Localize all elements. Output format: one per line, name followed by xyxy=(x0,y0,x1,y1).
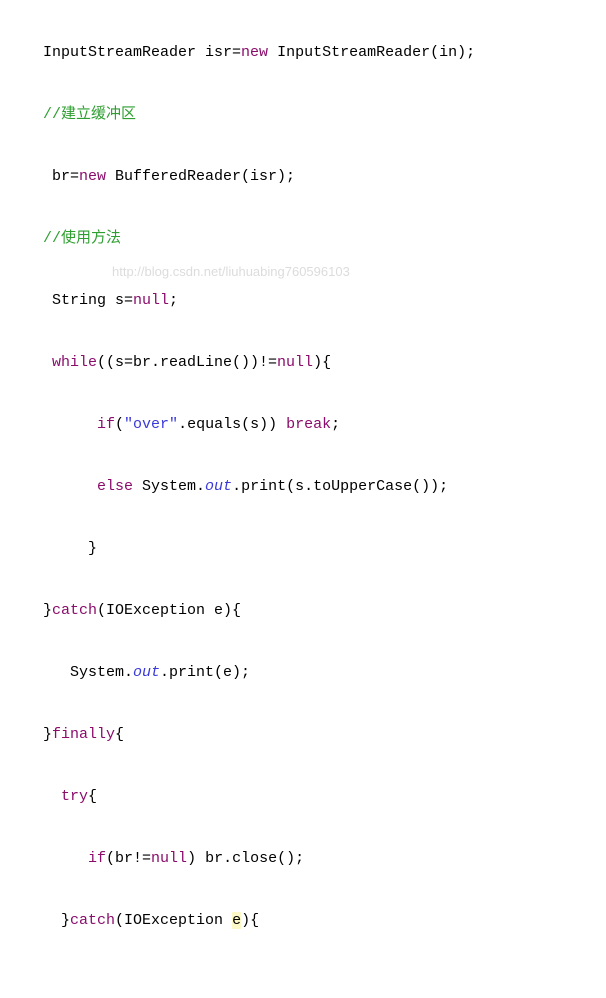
code-text: .print(s.toUpperCase()); xyxy=(232,478,448,495)
keyword-catch: catch xyxy=(52,602,97,619)
code-text: ){ xyxy=(241,912,259,929)
keyword-null: null xyxy=(133,292,169,309)
highlighted-variable: e xyxy=(232,912,241,929)
code-line: else System.out.print(s.toUpperCase()); xyxy=(34,471,606,502)
keyword-new: new xyxy=(79,168,106,185)
keyword-null: null xyxy=(151,850,187,867)
keyword-catch: catch xyxy=(70,912,115,929)
code-line: if("over".equals(s)) break; xyxy=(34,409,606,440)
keyword-try: try xyxy=(61,788,88,805)
keyword-if: if xyxy=(88,850,106,867)
code-text: (IOException e){ xyxy=(97,602,241,619)
comment-text: //使用方法 xyxy=(34,230,121,247)
watermark-text: http://blog.csdn.net/liuhuabing760596103 xyxy=(112,256,350,287)
code-line: //使用方法 xyxy=(34,223,606,254)
string-literal: "over" xyxy=(124,416,178,433)
code-text: .print(e); xyxy=(160,664,250,681)
keyword-break: break xyxy=(286,416,331,433)
code-text: { xyxy=(115,726,124,743)
code-text: { xyxy=(88,788,97,805)
code-text: .equals(s)) xyxy=(178,416,286,433)
code-text: } xyxy=(34,602,52,619)
keyword-else: else xyxy=(97,478,133,495)
keyword-while: while xyxy=(34,354,97,371)
code-line: }catch(IOException e){ xyxy=(34,905,606,936)
keyword-finally: finally xyxy=(52,726,115,743)
code-text: InputStreamReader isr= xyxy=(34,44,241,61)
keyword-null: null xyxy=(277,354,313,371)
code-line: String s=null; xyxy=(34,285,606,316)
code-text: } xyxy=(34,912,70,929)
code-text: String s= xyxy=(34,292,133,309)
field-out: out xyxy=(133,664,160,681)
code-line: //建立缓冲区 xyxy=(34,99,606,130)
code-line: InputStreamReader isr=new InputStreamRea… xyxy=(34,37,606,68)
code-text: br= xyxy=(34,168,79,185)
code-text xyxy=(34,478,97,495)
code-text: System. xyxy=(133,478,205,495)
code-text: ; xyxy=(169,292,178,309)
code-line: System.out.print(e); xyxy=(34,657,606,688)
code-text: (br!= xyxy=(106,850,151,867)
keyword-new: new xyxy=(241,44,268,61)
code-line: }catch(IOException e){ xyxy=(34,595,606,626)
code-line: while((s=br.readLine())!=null){ xyxy=(34,347,606,378)
code-text xyxy=(34,788,61,805)
code-text: } xyxy=(34,540,97,557)
field-out: out xyxy=(205,478,232,495)
code-line: br=new BufferedReader(isr); xyxy=(34,161,606,192)
comment-text: //建立缓冲区 xyxy=(34,106,136,123)
code-block: InputStreamReader isr=new InputStreamRea… xyxy=(0,0,606,998)
keyword-if: if xyxy=(97,416,115,433)
code-text xyxy=(34,416,97,433)
code-text: InputStreamReader(in); xyxy=(268,44,475,61)
code-text: (IOException xyxy=(115,912,232,929)
code-line: } xyxy=(34,533,606,564)
code-text: ) br.close(); xyxy=(187,850,304,867)
code-line: if(br!=null) br.close(); xyxy=(34,843,606,874)
code-line: }finally{ xyxy=(34,719,606,750)
code-text: BufferedReader(isr); xyxy=(106,168,295,185)
code-text xyxy=(34,850,88,867)
code-line: try{ xyxy=(34,781,606,812)
code-text: ; xyxy=(331,416,340,433)
code-text: ( xyxy=(115,416,124,433)
code-text: ){ xyxy=(313,354,331,371)
code-text: ((s=br.readLine())!= xyxy=(97,354,277,371)
code-text: } xyxy=(34,726,52,743)
code-text: System. xyxy=(34,664,133,681)
